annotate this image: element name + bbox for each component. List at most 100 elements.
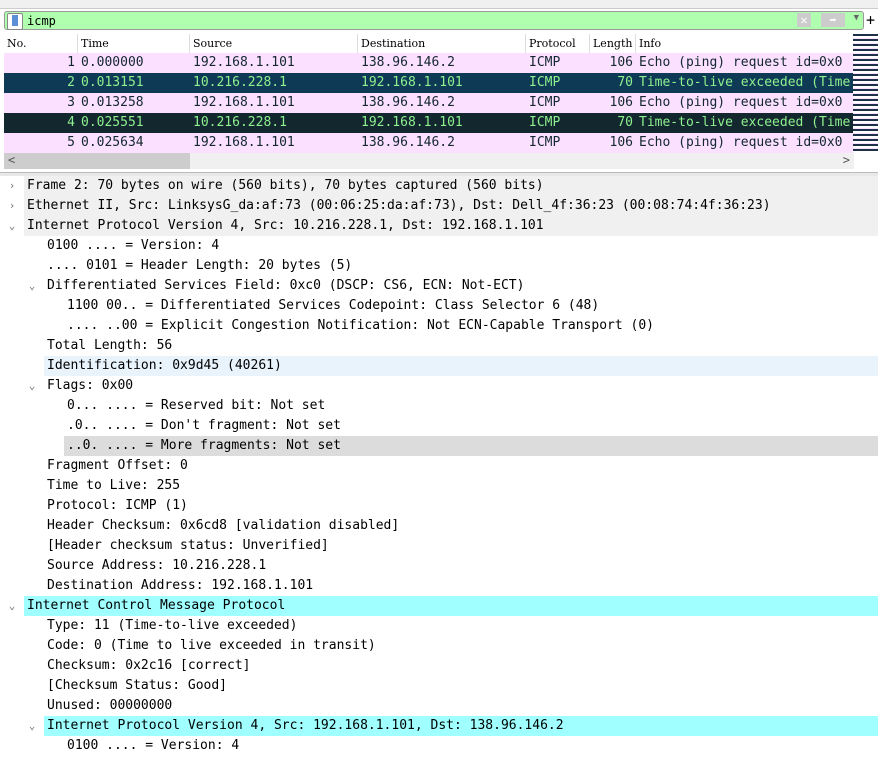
packet-cell-dst: 138.96.146.2 xyxy=(361,95,455,110)
tree-item-label: Ethernet II, Src: LinksysG_da:af:73 (00:… xyxy=(27,198,771,213)
tree-item[interactable]: Checksum: 0x2c16 [correct] xyxy=(4,656,878,676)
tree-item-label: Fragment Offset: 0 xyxy=(47,458,188,473)
packet-cell-len: 70 xyxy=(617,75,633,90)
packet-cell-info: Echo (ping) request id=0x0 xyxy=(639,95,843,110)
packet-cell-time: 0.013151 xyxy=(81,75,144,90)
chevron-right-icon[interactable]: › xyxy=(6,196,18,216)
chevron-down-icon[interactable]: ⌄ xyxy=(26,376,38,396)
chevron-right-icon[interactable]: › xyxy=(6,176,18,196)
tree-item[interactable]: ⌄ Internet Protocol Version 4, Src: 192.1… xyxy=(29,716,878,736)
arrow-right-icon[interactable]: ➡ xyxy=(821,13,845,27)
scroll-left-icon[interactable]: < xyxy=(8,153,15,167)
tree-item[interactable]: 0100 .... = Version: 4 xyxy=(4,736,878,756)
tree-item[interactable]: Code: 0 (Time to live exceeded in transi… xyxy=(4,636,878,656)
tree-item[interactable]: [Header checksum status: Unverified] xyxy=(4,536,878,556)
tree-item[interactable]: Time to Live: 255 xyxy=(4,476,878,496)
chevron-down-icon[interactable]: ⌄ xyxy=(6,216,18,236)
tree-item[interactable]: Unused: 00000000 xyxy=(4,696,878,716)
tree-item-label: Protocol: ICMP (1) xyxy=(47,498,188,513)
column-header-info[interactable]: Info xyxy=(636,34,854,53)
packet-cell-proto: ICMP xyxy=(529,55,561,70)
tree-item[interactable]: ⌄ Flags: 0x00 xyxy=(4,376,878,396)
tree-item[interactable]: 0100 .... = Version: 4 xyxy=(4,236,878,256)
packet-cell-proto: ICMP xyxy=(529,135,561,150)
tree-item-label: .... ..00 = Explicit Congestion Notifica… xyxy=(67,318,654,333)
tree-item-label: .... 0101 = Header Length: 20 bytes (5) xyxy=(47,258,353,273)
packet-row[interactable]: 4 0.025551 10.216.228.1 192.168.1.101 ICMP 70… xyxy=(4,113,854,133)
packet-row[interactable]: 3 0.013258 192.168.1.101 138.96.146.2 ICMP 10… xyxy=(4,93,854,113)
tree-item[interactable]: .... ..00 = Explicit Congestion Notifica… xyxy=(4,316,878,336)
tree-item[interactable]: Protocol: ICMP (1) xyxy=(4,496,878,516)
packet-cell-proto: ICMP xyxy=(529,75,561,90)
chevron-down-icon[interactable]: ⌄ xyxy=(6,596,18,616)
tree-item-label: Type: 11 (Time-to-live exceeded) xyxy=(47,618,298,633)
packet-cell-no: 1 xyxy=(67,55,75,70)
tree-item[interactable]: Header Checksum: 0x6cd8 [validation disa… xyxy=(4,516,878,536)
tree-item[interactable]: Type: 11 (Time-to-live exceeded) xyxy=(4,616,878,636)
tree-item[interactable]: ⌄ Differentiated Services Field: 0xc0 (DS… xyxy=(4,276,878,296)
add-filter-button[interactable]: + xyxy=(866,11,875,29)
tree-item[interactable]: .... 0101 = Header Length: 20 bytes (5) xyxy=(4,256,878,276)
packet-cell-dst: 138.96.146.2 xyxy=(361,135,455,150)
packet-cell-dst: 192.168.1.101 xyxy=(361,75,463,90)
display-filter-input[interactable] xyxy=(27,12,787,29)
close-icon[interactable]: ✕ xyxy=(797,13,811,27)
tree-item[interactable]: .0.. .... = Don't fragment: Not set xyxy=(4,416,878,436)
tree-item-label: Flags: 0x00 xyxy=(47,378,134,393)
packet-cell-dst: 138.96.146.2 xyxy=(361,55,455,70)
tree-item-label: Differentiated Services Field: 0xc0 (DSC… xyxy=(47,278,525,293)
tree-item-label: Source Address: 10.216.228.1 xyxy=(47,558,267,573)
tree-item-label: ..0. .... = More fragments: Not set xyxy=(67,438,341,453)
packet-cell-info: Time-to-live exceeded (Time xyxy=(639,115,851,130)
packet-cell-no: 3 xyxy=(67,95,75,110)
tree-item[interactable]: ⌄ Internet Protocol Version 4, Src: 10.21… xyxy=(9,216,878,236)
packet-cell-src: 192.168.1.101 xyxy=(193,135,295,150)
packet-cell-no: 5 xyxy=(67,135,75,150)
scroll-right-icon[interactable]: > xyxy=(843,153,850,167)
column-header-protocol[interactable]: Protocol xyxy=(526,34,590,53)
packet-cell-len: 106 xyxy=(609,135,633,150)
tree-item[interactable]: [Checksum Status: Good] xyxy=(4,676,878,696)
tree-item[interactable]: › Ethernet II, Src: LinksysG_da:af:73 (00… xyxy=(9,196,878,216)
column-header-time[interactable]: Time xyxy=(78,34,190,53)
tree-item[interactable]: 0... .... = Reserved bit: Not set xyxy=(4,396,878,416)
tree-item[interactable]: Total Length: 56 xyxy=(4,336,878,356)
main-toolbar xyxy=(0,0,878,9)
tree-item-label: 0100 .... = Version: 4 xyxy=(47,238,220,253)
packet-row[interactable]: 2 0.013151 10.216.228.1 192.168.1.101 ICMP 70… xyxy=(4,73,854,93)
tree-item[interactable]: 1100 00.. = Differentiated Services Code… xyxy=(4,296,878,316)
packet-row[interactable]: 5 0.025634 192.168.1.101 138.96.146.2 ICMP 10… xyxy=(4,133,854,153)
column-header-destination[interactable]: Destination xyxy=(358,34,526,53)
tree-item[interactable]: Source Address: 10.216.228.1 xyxy=(4,556,878,576)
tree-item[interactable]: Destination Address: 192.168.1.101 xyxy=(4,576,878,596)
packet-cell-src: 192.168.1.101 xyxy=(193,95,295,110)
tree-item-label: 0... .... = Reserved bit: Not set xyxy=(67,398,326,413)
column-header-no[interactable]: No. xyxy=(4,34,78,53)
packet-minimap-scrollbar[interactable] xyxy=(853,34,878,152)
tree-item-label: Destination Address: 192.168.1.101 xyxy=(47,578,314,593)
packet-cell-src: 10.216.228.1 xyxy=(193,115,287,130)
tree-item[interactable]: ⌄ Internet Control Message Protocol xyxy=(9,596,878,616)
tree-item[interactable]: ..0. .... = More fragments: Not set xyxy=(64,436,878,456)
tree-item-label: [Header checksum status: Unverified] xyxy=(47,538,329,553)
tree-item-label: .0.. .... = Don't fragment: Not set xyxy=(67,418,341,433)
horizontal-scrollbar[interactable]: < > xyxy=(4,153,854,169)
tree-item-label: [Checksum Status: Good] xyxy=(47,678,228,693)
scrollbar-thumb[interactable] xyxy=(4,153,190,169)
packet-cell-dst: 192.168.1.101 xyxy=(361,115,463,130)
tree-item[interactable]: Identification: 0x9d45 (40261) xyxy=(44,356,878,376)
column-header-length[interactable]: Length xyxy=(590,34,636,53)
chevron-down-icon[interactable]: ⌄ xyxy=(26,716,38,736)
packet-cell-time: 0.025634 xyxy=(81,135,144,150)
column-header-source[interactable]: Source xyxy=(190,34,358,53)
tree-item[interactable]: Fragment Offset: 0 xyxy=(4,456,878,476)
bookmark-icon[interactable] xyxy=(7,13,23,30)
chevron-down-icon[interactable]: ⌄ xyxy=(26,276,38,296)
tree-item[interactable]: › Frame 2: 70 bytes on wire (560 bits), 7… xyxy=(9,176,878,196)
packet-row[interactable]: 1 0.000000 192.168.1.101 138.96.146.2 ICMP 10… xyxy=(4,53,854,73)
packet-details-tree: › Frame 2: 70 bytes on wire (560 bits), 7… xyxy=(4,176,878,756)
tree-item-label: 0100 .... = Version: 4 xyxy=(67,738,240,753)
tree-item-label: Header Checksum: 0x6cd8 [validation disa… xyxy=(47,518,400,533)
packet-cell-proto: ICMP xyxy=(529,95,561,110)
chevron-down-icon[interactable]: ▼ xyxy=(854,13,859,23)
